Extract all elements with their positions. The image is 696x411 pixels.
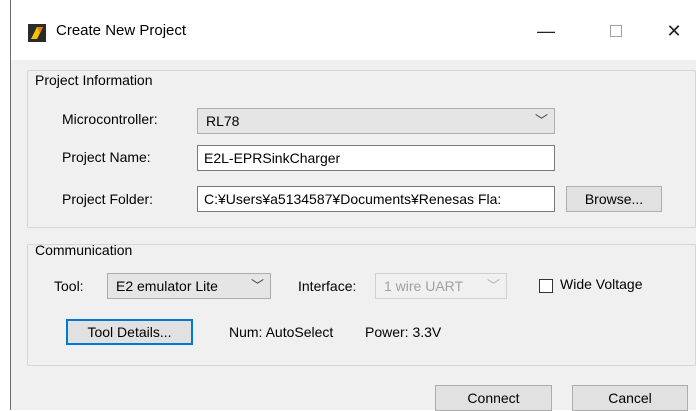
wide-voltage-checkbox[interactable] (539, 279, 553, 293)
app-icon (28, 24, 46, 42)
project-folder-input[interactable]: C:¥Users¥a5134587¥Documents¥Renesas Fla: (197, 186, 555, 212)
interface-select[interactable]: 1 wire UART ﹀ (375, 273, 507, 299)
tool-details-button[interactable]: Tool Details... (66, 319, 193, 345)
communication-label: Communication (35, 242, 133, 258)
create-new-project-dialog: Create New Project — ✕ Project Informati… (10, 0, 696, 411)
minimize-icon: — (537, 20, 555, 41)
close-icon: ✕ (666, 20, 682, 41)
close-button[interactable]: ✕ (651, 10, 696, 52)
interface-label: Interface: (298, 278, 357, 294)
communication-group (27, 244, 696, 366)
chevron-down-icon: ﹀ (534, 113, 548, 128)
microcontroller-select[interactable]: RL78 ﹀ (197, 108, 555, 134)
window-title: Create New Project (56, 22, 187, 39)
microcontroller-value: RL78 (206, 113, 240, 129)
chevron-down-icon: ﹀ (250, 278, 264, 293)
connect-button[interactable]: Connect (435, 385, 552, 411)
browse-button[interactable]: Browse... (566, 186, 662, 212)
power-status: Power: 3.3V (365, 324, 442, 340)
num-status: Num: AutoSelect (229, 324, 334, 340)
maximize-icon (610, 25, 622, 37)
microcontroller-label: Microcontroller: (62, 111, 158, 127)
project-folder-label: Project Folder: (62, 191, 154, 207)
wide-voltage-label: Wide Voltage (560, 276, 643, 292)
tool-label: Tool: (54, 278, 84, 294)
tool-value: E2 emulator Lite (116, 278, 218, 294)
minimize-button[interactable]: — (523, 10, 569, 52)
title-bar: Create New Project — ✕ (11, 0, 696, 60)
interface-value: 1 wire UART (384, 278, 464, 294)
project-name-label: Project Name: (62, 149, 151, 165)
tool-select[interactable]: E2 emulator Lite ﹀ (107, 273, 271, 299)
chevron-down-icon: ﹀ (486, 278, 500, 293)
project-information-label: Project Information (35, 72, 153, 88)
cancel-button[interactable]: Cancel (572, 385, 688, 411)
project-name-input[interactable]: E2L-EPRSinkCharger (197, 145, 555, 171)
maximize-button[interactable] (593, 10, 639, 52)
